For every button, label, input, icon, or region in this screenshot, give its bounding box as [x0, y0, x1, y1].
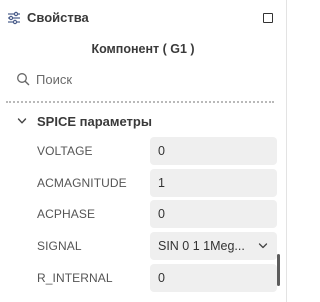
search-input[interactable]	[36, 69, 266, 89]
param-row-r-internal: R_INTERNAL 0	[0, 264, 286, 292]
r-internal-field[interactable]: 0	[150, 264, 277, 292]
search-icon	[17, 73, 30, 86]
signal-value: SIN 0 1 1Meg...	[158, 239, 245, 253]
param-label: ACMAGNITUDE	[37, 176, 127, 190]
param-label: SIGNAL	[37, 239, 82, 253]
param-label: R_INTERNAL	[37, 271, 113, 285]
param-row-signal: SIGNAL SIN 0 1 1Meg...	[0, 232, 286, 260]
param-label: VOLTAGE	[37, 144, 93, 158]
search-box	[12, 67, 274, 91]
param-row-voltage: VOLTAGE 0	[0, 137, 286, 165]
chevron-down-icon	[17, 118, 27, 124]
panel-title: Свойства	[27, 10, 89, 25]
param-label: ACPHASE	[37, 207, 96, 221]
sliders-icon	[8, 11, 20, 25]
chevron-down-icon	[258, 243, 268, 249]
component-title: Компонент ( G1 )	[91, 42, 195, 56]
acphase-field[interactable]: 0	[150, 200, 277, 228]
voltage-field[interactable]: 0	[150, 137, 277, 165]
panel-header: Свойства	[0, 0, 286, 36]
spice-section-header[interactable]: SPICE параметры	[0, 112, 286, 132]
section-title: SPICE параметры	[37, 114, 152, 129]
param-row-acphase: ACPHASE 0	[0, 200, 286, 228]
maximize-icon[interactable]	[263, 13, 273, 23]
acmagnitude-field[interactable]: 1	[150, 169, 277, 197]
properties-panel: Свойства Компонент ( G1 ) SPICE параметр…	[0, 0, 287, 302]
param-row-acmagnitude: ACMAGNITUDE 1	[0, 169, 286, 197]
signal-select[interactable]: SIN 0 1 1Meg...	[150, 232, 277, 260]
scrollbar-thumb[interactable]	[277, 254, 280, 286]
divider	[6, 101, 274, 103]
